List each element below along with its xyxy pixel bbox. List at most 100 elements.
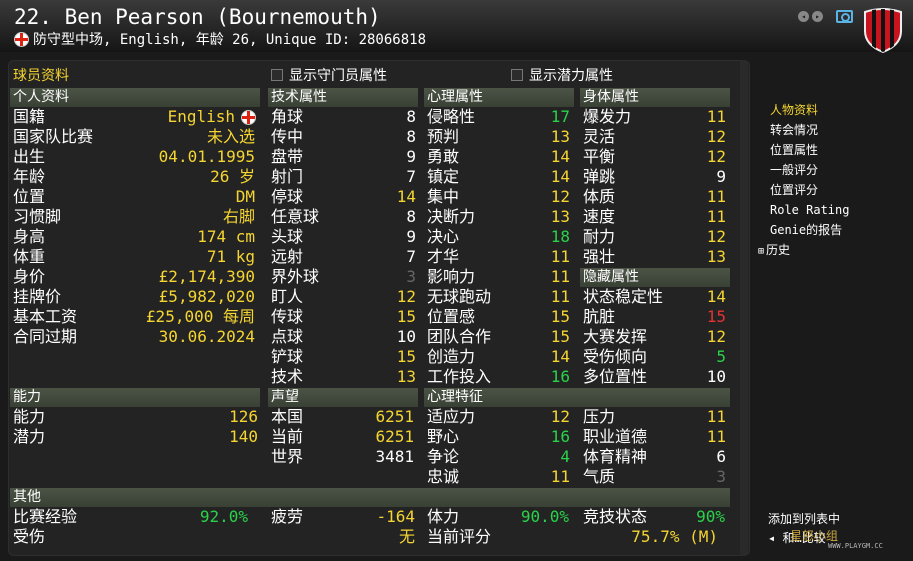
side-menu-item-label: 历史: [766, 243, 791, 257]
previous-player-button[interactable]: ◂: [798, 11, 809, 22]
personal-row-value: 未入选: [206, 127, 255, 146]
player-title: 22. Ben Pearson (Bournemouth): [14, 5, 381, 29]
mental-attribute-value: 11: [550, 247, 570, 266]
panel-scrollbar[interactable]: [740, 60, 748, 556]
ability-row-value: 126: [229, 407, 258, 426]
ability-row-value: 140: [229, 427, 258, 446]
hidden-attribute-value: 5: [716, 347, 726, 366]
side-menu-item[interactable]: Role Rating: [770, 200, 849, 220]
fatigue-label: 疲劳: [271, 507, 304, 526]
technical-attribute-value: 9: [406, 227, 416, 246]
technical-attribute-value: 8: [406, 207, 416, 226]
panel-title: 球员资料: [13, 68, 69, 84]
checkbox-icon[interactable]: [511, 69, 523, 81]
camera-icon[interactable]: [836, 10, 853, 23]
match-experience-label: 比赛经验: [13, 507, 78, 526]
mental-attribute-value: 14: [550, 347, 570, 366]
hidden-attribute-value: 14: [706, 287, 726, 306]
physical-attribute-value: 9: [716, 167, 726, 186]
mental-trait-value: 11: [550, 467, 570, 486]
header-bar: 22. Ben Pearson (Bournemouth) 防守型中场, Eng…: [0, 0, 913, 53]
player-profile-window: 22. Ben Pearson (Bournemouth) 防守型中场, Eng…: [0, 0, 913, 561]
physical-attribute-value: 11: [706, 187, 726, 206]
mental-attribute-value: 16: [550, 367, 570, 386]
show-gk-attributes-label: 显示守门员属性: [289, 68, 387, 84]
side-menu-item[interactable]: 转会情况: [770, 120, 849, 140]
technical-attribute-value: 10: [396, 327, 416, 346]
mental-trait-value: 4: [560, 447, 570, 466]
technical-attribute-value: 15: [396, 307, 416, 326]
side-menu-item-label: Genie的报告: [770, 223, 843, 237]
club-badge-icon[interactable]: [862, 7, 904, 53]
side-menu-item[interactable]: 人物资料: [770, 100, 849, 120]
side-menu: 人物资料转会情况位置属性一般评分位置评分 Role Rating Genie的报告 ⊞…: [758, 100, 849, 260]
side-menu-item-label: 转会情况: [770, 123, 819, 137]
physical-attribute-value: 13: [706, 247, 726, 266]
technical-attribute-value: 13: [396, 367, 416, 386]
side-menu-item[interactable]: 位置属性: [770, 140, 849, 160]
physical-attributes-header: 身体属性: [580, 88, 730, 107]
match-form-label: 竞技状态: [583, 507, 648, 526]
side-menu-item[interactable]: Genie的报告: [770, 220, 849, 240]
technical-attribute-value: 8: [406, 127, 416, 146]
side-menu-item[interactable]: 位置评分: [770, 180, 849, 200]
checkbox-icon[interactable]: [271, 69, 283, 81]
personal-row-value: 04.01.1995: [158, 147, 255, 166]
flag-england-icon: [241, 110, 256, 125]
side-menu-item[interactable]: ⊞ 历史: [758, 240, 849, 260]
technical-attributes-header: 技术属性: [268, 88, 418, 107]
mental-attribute-value: 13: [550, 207, 570, 226]
fatigue-value: -164: [376, 507, 415, 526]
mental-trait-value: 11: [706, 427, 726, 446]
injury-value: 无: [398, 527, 415, 546]
physical-attribute-value: 11: [706, 207, 726, 226]
personal-row-value: 30.06.2024: [158, 327, 255, 346]
personal-row-value: 右脚: [222, 207, 255, 226]
technical-attribute-value: 7: [406, 167, 416, 186]
reputation-row-value: 6251: [375, 427, 414, 446]
reputation-row-value: 6251: [375, 407, 414, 426]
personal-row-value: £25,000 每周: [145, 307, 255, 326]
side-menu-item-label: 一般评分: [770, 163, 819, 177]
mental-attribute-value: 14: [550, 147, 570, 166]
mental-trait-value: 16: [550, 427, 570, 446]
side-menu-item[interactable]: 一般评分: [770, 160, 849, 180]
show-potential-attributes-toggle[interactable]: 显示潜力属性: [511, 65, 613, 85]
physical-attribute-value: 12: [706, 127, 726, 146]
technical-attribute-value: 15: [396, 347, 416, 366]
match-form-value: 90%: [696, 507, 725, 526]
personal-row-value: 26 岁: [210, 167, 255, 186]
current-rating-value: 75.7% (M): [631, 527, 718, 546]
show-potential-attributes-label: 显示潜力属性: [529, 68, 613, 84]
mental-attribute-value: 18: [550, 227, 570, 246]
personal-row-value: 174 cm: [197, 227, 255, 246]
hidden-attributes-header: 隐藏属性: [580, 268, 730, 287]
show-gk-attributes-toggle[interactable]: 显示守门员属性: [271, 65, 387, 85]
mental-attribute-value: 15: [550, 307, 570, 326]
side-menu-item-label: Role Rating: [770, 203, 850, 217]
mental-traits-header: 心理特征: [424, 388, 730, 407]
side-menu-item-label: 位置评分: [770, 183, 819, 197]
nav-arrows: ◂ ▸: [798, 11, 823, 22]
personal-row-value: £5,982,020: [158, 287, 255, 306]
match-experience-value: 92.0%: [199, 507, 248, 526]
next-player-button[interactable]: ▸: [812, 11, 823, 22]
mental-trait-value: 12: [550, 407, 570, 426]
hidden-attribute-value: 12: [706, 327, 726, 346]
personal-row-value: 71 kg: [206, 247, 255, 266]
injury-label: 受伤: [13, 527, 46, 546]
technical-attribute-value: 3: [406, 267, 416, 286]
mental-attribute-value: 15: [550, 327, 570, 346]
expand-icon[interactable]: ⊞: [758, 246, 764, 257]
personal-row-value: English: [167, 107, 235, 126]
physical-attribute-value: 11: [706, 107, 726, 126]
hidden-attribute-value: 15: [706, 307, 726, 326]
fitness-value: 90.0%: [520, 507, 569, 526]
technical-attribute-value: 14: [396, 187, 416, 206]
personal-row-value: £2,174,390: [158, 267, 255, 286]
player-subtitle-text: 防守型中场, English, 年龄 26, Unique ID: 280668…: [33, 32, 427, 48]
side-menu-item-label: 人物资料: [770, 103, 819, 117]
side-menu-item-label: 位置属性: [770, 143, 819, 157]
player-subtitle: 防守型中场, English, 年龄 26, Unique ID: 280668…: [14, 29, 426, 49]
hidden-attribute-value: 10: [706, 367, 726, 386]
